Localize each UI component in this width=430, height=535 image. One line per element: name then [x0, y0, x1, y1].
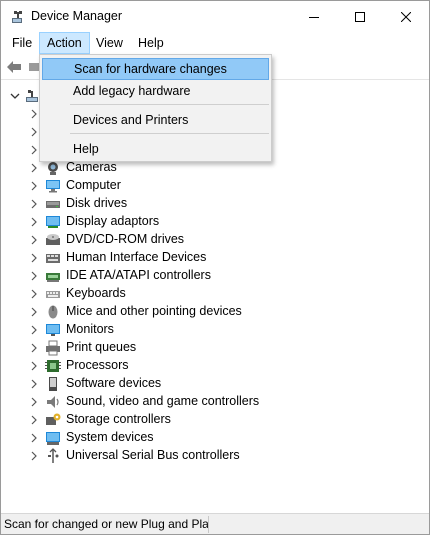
title-bar[interactable]: Device Manager [1, 1, 429, 32]
chevron-right-icon[interactable] [29, 126, 39, 138]
tree-item-label: Storage controllers [66, 412, 171, 426]
tree-item-label: Processors [66, 358, 129, 372]
system-device-icon [45, 430, 61, 446]
minimize-button[interactable] [291, 1, 337, 32]
tree-row[interactable]: Display adaptors [1, 213, 429, 231]
chevron-right-icon[interactable] [29, 270, 39, 282]
tree-item-label: Keyboards [66, 286, 126, 300]
tree-row[interactable]: Computer [1, 177, 429, 195]
chevron-right-icon[interactable] [29, 450, 39, 462]
speaker-icon [45, 394, 61, 410]
tree-row[interactable]: Software devices [1, 375, 429, 393]
usb-icon [45, 448, 61, 464]
processor-icon [45, 358, 61, 374]
chevron-right-icon[interactable] [29, 198, 39, 210]
close-button[interactable] [383, 1, 429, 32]
menu-file[interactable]: File [5, 32, 39, 54]
tree-row[interactable]: Monitors [1, 321, 429, 339]
menu-action[interactable]: Action [39, 32, 90, 54]
tree-item-label: Human Interface Devices [66, 250, 207, 264]
camera-icon [45, 160, 61, 176]
dvd-drive-icon [45, 232, 61, 248]
device-manager-icon [10, 9, 26, 25]
tree-row[interactable]: Disk drives [1, 195, 429, 213]
tree-row[interactable]: Universal Serial Bus controllers [1, 447, 429, 465]
tree-item-label: IDE ATA/ATAPI controllers [66, 268, 211, 282]
chevron-right-icon[interactable] [29, 144, 39, 156]
menu-item-help[interactable]: Help [42, 138, 269, 160]
chevron-right-icon[interactable] [29, 360, 39, 372]
hid-icon [45, 250, 61, 266]
tree-item-label: Disk drives [66, 196, 128, 210]
chevron-right-icon[interactable] [29, 396, 39, 408]
tree-row[interactable]: Processors [1, 357, 429, 375]
tree-row[interactable]: DVD/CD-ROM drives [1, 231, 429, 249]
storage-controller-icon [45, 412, 61, 428]
menu-separator [70, 133, 269, 134]
menu-item-scan-hardware[interactable]: Scan for hardware changes [42, 58, 269, 80]
tree-row[interactable]: Storage controllers [1, 411, 429, 429]
chevron-right-icon[interactable] [29, 378, 39, 390]
chevron-right-icon[interactable] [29, 288, 39, 300]
tree-row[interactable]: Mice and other pointing devices [1, 303, 429, 321]
chevron-right-icon[interactable] [29, 414, 39, 426]
maximize-button[interactable] [337, 1, 383, 32]
back-button[interactable] [4, 58, 24, 76]
menu-separator [70, 104, 269, 105]
action-menu-dropdown: Scan for hardware changes Add legacy har… [39, 54, 272, 162]
chevron-right-icon[interactable] [29, 162, 39, 174]
tree-item-label: Software devices [66, 376, 162, 390]
tree-item-label: Mice and other pointing devices [66, 304, 242, 318]
menu-bar: File Action View Help [1, 32, 429, 54]
chevron-down-icon[interactable] [9, 90, 21, 102]
tree-item-label: Display adaptors [66, 214, 160, 228]
ide-controller-icon [45, 268, 61, 284]
chevron-right-icon[interactable] [29, 432, 39, 444]
keyboard-icon [45, 286, 61, 302]
window-title: Device Manager [31, 9, 123, 23]
close-icon [401, 11, 411, 22]
menu-item-add-legacy-hardware[interactable]: Add legacy hardware [42, 80, 269, 102]
tree-item-label: System devices [66, 430, 154, 444]
tree-item-label: Monitors [66, 322, 114, 336]
maximize-icon [355, 11, 365, 22]
tree-row[interactable]: Sound, video and game controllers [1, 393, 429, 411]
chevron-right-icon[interactable] [29, 180, 39, 192]
status-separator [208, 516, 209, 533]
computer-icon [45, 178, 61, 194]
display-adapter-icon [45, 214, 61, 230]
tree-row[interactable]: Human Interface Devices [1, 249, 429, 267]
chevron-right-icon[interactable] [29, 324, 39, 336]
chevron-right-icon[interactable] [29, 216, 39, 228]
tree-item-label: Cameras [66, 160, 117, 174]
status-text: Scan for changed or new Plug and Play de… [4, 517, 208, 531]
menu-item-devices-printers[interactable]: Devices and Printers [42, 109, 269, 131]
status-bar: Scan for changed or new Plug and Play de… [1, 513, 429, 534]
chevron-right-icon[interactable] [29, 252, 39, 264]
printer-icon [45, 340, 61, 356]
chevron-right-icon[interactable] [29, 342, 39, 354]
mouse-icon [45, 304, 61, 320]
device-manager-window: Device Manager File Action View Help Cam… [0, 0, 430, 535]
tree-item-label: Computer [66, 178, 121, 192]
tree-row[interactable]: Keyboards [1, 285, 429, 303]
tree-row[interactable]: System devices [1, 429, 429, 447]
chevron-right-icon[interactable] [29, 108, 39, 120]
tree-item-label: Print queues [66, 340, 137, 354]
software-device-icon [45, 376, 61, 392]
chevron-right-icon[interactable] [29, 306, 39, 318]
chevron-right-icon[interactable] [29, 234, 39, 246]
tree-row[interactable]: Print queues [1, 339, 429, 357]
minimize-icon [309, 16, 319, 18]
menu-help[interactable]: Help [131, 32, 171, 54]
tree-row[interactable]: IDE ATA/ATAPI controllers [1, 267, 429, 285]
menu-view[interactable]: View [89, 32, 130, 54]
back-arrow-icon [7, 61, 21, 73]
monitor-icon [45, 322, 61, 338]
tree-item-label: Universal Serial Bus controllers [66, 448, 240, 462]
disk-drive-icon [45, 196, 61, 212]
tree-item-label: Sound, video and game controllers [66, 394, 260, 408]
tree-item-label: DVD/CD-ROM drives [66, 232, 185, 246]
